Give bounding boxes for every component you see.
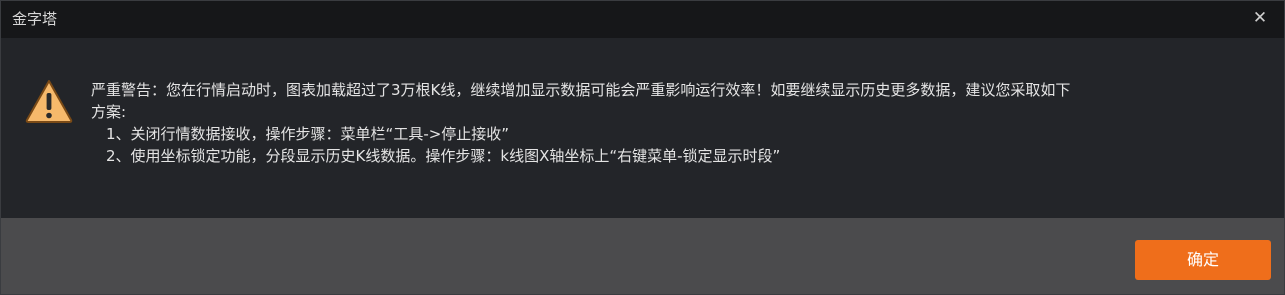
- message-line-1: 严重警告：您在行情启动时，图表加载超过了3万根K线，继续增加显示数据可能会严重影…: [91, 81, 1071, 99]
- step-1: 1、关闭行情数据接收，操作步骤：菜单栏“工具->停止接收”: [106, 125, 510, 143]
- warning-icon: [25, 80, 73, 123]
- warning-message: 严重警告：您在行情启动时，图表加载超过了3万根K线，继续增加显示数据可能会严重影…: [91, 79, 1271, 167]
- dialog-titlebar[interactable]: 金字塔 ✕: [1, 1, 1284, 38]
- step-2: 2、使用坐标锁定功能，分段显示历史K线数据。操作步骤：k线图X轴坐标上“右键菜单…: [106, 147, 781, 165]
- close-icon[interactable]: ✕: [1250, 7, 1270, 29]
- warning-dialog: 金字塔 ✕ 严重警告：您在行情启动时，图表加载超过了3万根K线，继续增加显示数据…: [0, 0, 1285, 295]
- dialog-footer: 确定: [1, 218, 1284, 294]
- dialog-body: 严重警告：您在行情启动时，图表加载超过了3万根K线，继续增加显示数据可能会严重影…: [1, 38, 1284, 218]
- ok-button[interactable]: 确定: [1135, 240, 1271, 280]
- dialog-title: 金字塔: [12, 10, 58, 28]
- message-line-2: 方案:: [91, 103, 127, 121]
